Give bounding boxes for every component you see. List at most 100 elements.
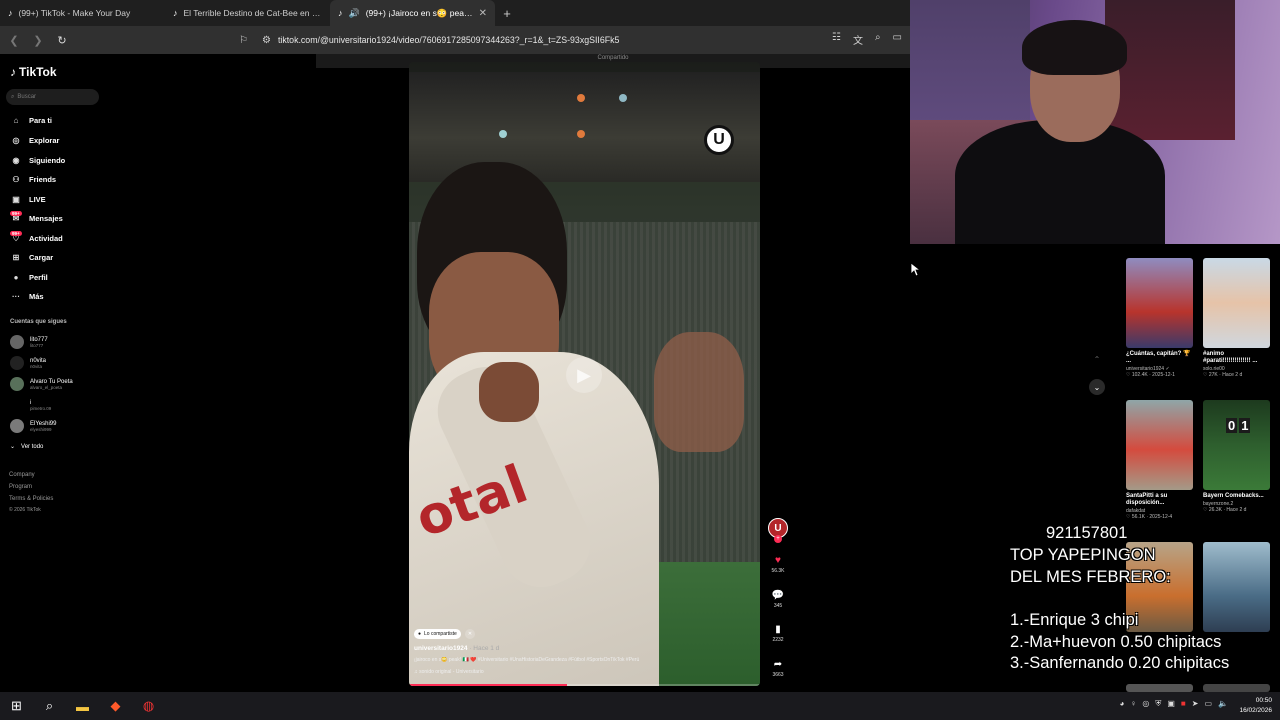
recommended-video[interactable]: Bayern Comebacks... bayernzone.2 ♡ 26.3K…: [1203, 400, 1270, 513]
obs-icon[interactable]: ◍: [132, 692, 165, 720]
account-handle: alvaro_el_poeta: [30, 384, 63, 390]
sidebar-item-label: Friends: [29, 175, 57, 184]
tiktok-note-icon: ♪: [10, 65, 16, 79]
discord-icon[interactable]: ◕: [1120, 699, 1125, 709]
logo-text: TikTok: [19, 65, 57, 79]
following-account[interactable]: ElYeshi99 elyeshi999: [10, 419, 56, 433]
previous-video-button[interactable]: ⌃: [1089, 351, 1105, 367]
following-account[interactable]: n0vita n0vita: [10, 356, 46, 370]
speaker-icon[interactable]: 🔊: [349, 8, 360, 19]
recommended-video[interactable]: ¿Cuántas, capitán? 🏆 ... universitario19…: [1126, 258, 1193, 378]
system-clock[interactable]: 00:50 16/02/2026: [1239, 696, 1272, 716]
windows-start-icon[interactable]: ⊞: [0, 692, 33, 720]
sidebar-item-label: Mensajes: [29, 214, 63, 223]
browser-tab-bar: ♪ (99+) TikTok - Make Your Day ♪ El Terr…: [0, 0, 910, 26]
footer-program-link[interactable]: Program: [9, 484, 32, 490]
bookmark-icon[interactable]: ⚐: [239, 35, 248, 46]
sidebar-item-explorar[interactable]: ◎ Explorar: [10, 136, 60, 145]
recommended-video[interactable]: SantaPitti a su disposición... dafakdat …: [1126, 400, 1193, 520]
sidebar-item-friends[interactable]: ⚇ Friends: [10, 175, 56, 184]
tiktok-logo[interactable]: ♪ TikTok: [10, 65, 57, 79]
play-icon[interactable]: ▶: [566, 357, 602, 393]
overlay-title: TOP YAPEPINGON: [1010, 546, 1156, 564]
site-settings-icon[interactable]: ⚙: [262, 35, 271, 46]
footer-company-link[interactable]: Company: [9, 472, 35, 478]
sidebar-item-siguiendo[interactable]: ◉ Siguiendo: [10, 156, 66, 165]
recommended-video[interactable]: [1126, 684, 1193, 692]
shared-pill[interactable]: ● Lo compartiste: [414, 629, 461, 639]
see-all-link[interactable]: ⌄ Ver todo: [10, 443, 43, 451]
video-progress-bar[interactable]: [409, 684, 760, 686]
sidebar-item-para-ti[interactable]: ⌂ Para ti: [10, 116, 52, 125]
browser-tab-active[interactable]: ♪ 🔊 (99+) ¡Jairoco en s😳 peak! 😎 ✕: [330, 0, 495, 26]
new-tab-button[interactable]: +: [495, 6, 519, 21]
close-tab-icon[interactable]: ✕: [479, 8, 487, 19]
url-text[interactable]: tiktok.com/@universitario1924/video/7606…: [278, 35, 619, 45]
volume-icon[interactable]: 🔈: [1218, 699, 1228, 709]
search-input[interactable]: ⌕ Buscar: [6, 89, 99, 105]
like-button[interactable]: ♥ 56.3K: [766, 555, 790, 574]
sidebar-item-mensajes[interactable]: ✉ 99+ Mensajes: [10, 211, 63, 223]
footer-terms-link[interactable]: Terms & Policies: [9, 496, 53, 502]
next-video-button[interactable]: ⌄: [1089, 379, 1105, 395]
clock-date: 16/02/2026: [1239, 707, 1272, 714]
translate-icon[interactable]: 文: [853, 32, 863, 47]
system-tray: ◕ ♀ ◎ ⛨ ▣ ■ ➤ ▭ 🔈: [1120, 699, 1228, 709]
overlay-rank-3: 3.-Sanfernando 0.20 chipitacs: [1010, 654, 1230, 672]
account-handle: lito777: [30, 342, 44, 348]
friends-icon: ⚇: [12, 175, 20, 184]
following-account[interactable]: lito777 lito777: [10, 335, 48, 349]
sidebar-toggle-icon[interactable]: ▭: [893, 32, 902, 47]
comment-button[interactable]: 💬 345: [766, 590, 790, 609]
telegram-icon[interactable]: ➤: [1192, 699, 1199, 709]
rec-stats: ♡ 102.4K · 2025-12-1: [1126, 372, 1175, 378]
tab-title: El Terrible Destino de Cat-Bee en Pog: [183, 8, 323, 18]
recommended-video[interactable]: [1203, 542, 1270, 632]
shield-icon[interactable]: ⛨: [1155, 699, 1161, 709]
brave-browser-icon[interactable]: ◆: [99, 692, 132, 720]
search-icon[interactable]: ⌕: [33, 692, 66, 720]
close-pill-icon[interactable]: ✕: [464, 629, 476, 639]
sidebar-item-label: Siguiendo: [29, 156, 66, 165]
mouse-cursor-icon: [911, 263, 920, 277]
following-account[interactable]: i pimetro.09: [10, 398, 51, 412]
share-button[interactable]: ➦ 3663: [766, 659, 790, 678]
network-icon[interactable]: ▭: [1204, 699, 1212, 709]
video-sound[interactable]: ♫ sonido original - Universitario: [414, 669, 744, 675]
sidebar-item-label: Actividad: [29, 234, 63, 243]
sidebar-item-cargar[interactable]: ⊞ Cargar: [10, 253, 54, 262]
home-score: 0: [1226, 418, 1238, 433]
author-name: universitario1924: [414, 645, 468, 652]
overlay-rank-1: 1.-Enrique 3 chipi: [1010, 611, 1139, 629]
forward-arrow-icon[interactable]: ❯: [28, 34, 48, 47]
sidebar-item-actividad[interactable]: ♡ 99+ Actividad: [10, 231, 63, 243]
app-icon[interactable]: ▣: [1167, 699, 1175, 709]
app-red-icon[interactable]: ■: [1181, 699, 1186, 709]
reload-icon[interactable]: ↻: [52, 34, 72, 47]
recommended-video[interactable]: [1203, 684, 1270, 692]
sidebar-item-perfil[interactable]: ● Perfil: [10, 273, 48, 282]
address-bar[interactable]: ⚐ ⚙ tiktok.com/@universitario1924/video/…: [232, 30, 908, 50]
browser-tab-1[interactable]: ♪ (99+) TikTok - Make Your Day: [0, 0, 165, 26]
video-player[interactable]: otal U ▶ ● Lo compartiste ✕ universitari…: [409, 62, 760, 686]
follow-plus-icon[interactable]: +: [774, 535, 782, 543]
file-explorer-icon[interactable]: ▬: [66, 692, 99, 720]
avatar: [10, 377, 24, 391]
zoom-icon[interactable]: ⌕: [875, 32, 881, 47]
steam-icon[interactable]: ◎: [1142, 699, 1149, 709]
save-button[interactable]: ▮ 2232: [766, 624, 790, 643]
recommended-video[interactable]: #animo #parati!!!!!!!!!!!!!! ... solo.ri…: [1203, 258, 1270, 378]
sidebar-item-label: Más: [29, 292, 44, 301]
browser-tab-2[interactable]: ♪ El Terrible Destino de Cat-Bee en Pog: [165, 0, 330, 26]
microphone-icon[interactable]: ♀: [1130, 699, 1136, 709]
sidebar-item-live[interactable]: ▣ LIVE: [10, 195, 45, 204]
home-icon: ⌂: [13, 116, 19, 125]
avatar: [10, 356, 24, 370]
back-arrow-icon[interactable]: ❮: [4, 34, 24, 47]
sound-label: sonido original - Universitario: [419, 669, 484, 675]
video-author[interactable]: universitario1924 · Hace 1 d: [414, 645, 744, 652]
following-account[interactable]: Alvaro Tu Poeta alvaro_el_poeta: [10, 377, 73, 391]
messages-badge: 99+: [10, 211, 22, 216]
reader-mode-icon[interactable]: ☷: [832, 32, 841, 47]
sidebar-item-mas[interactable]: ··· Más: [10, 292, 44, 301]
